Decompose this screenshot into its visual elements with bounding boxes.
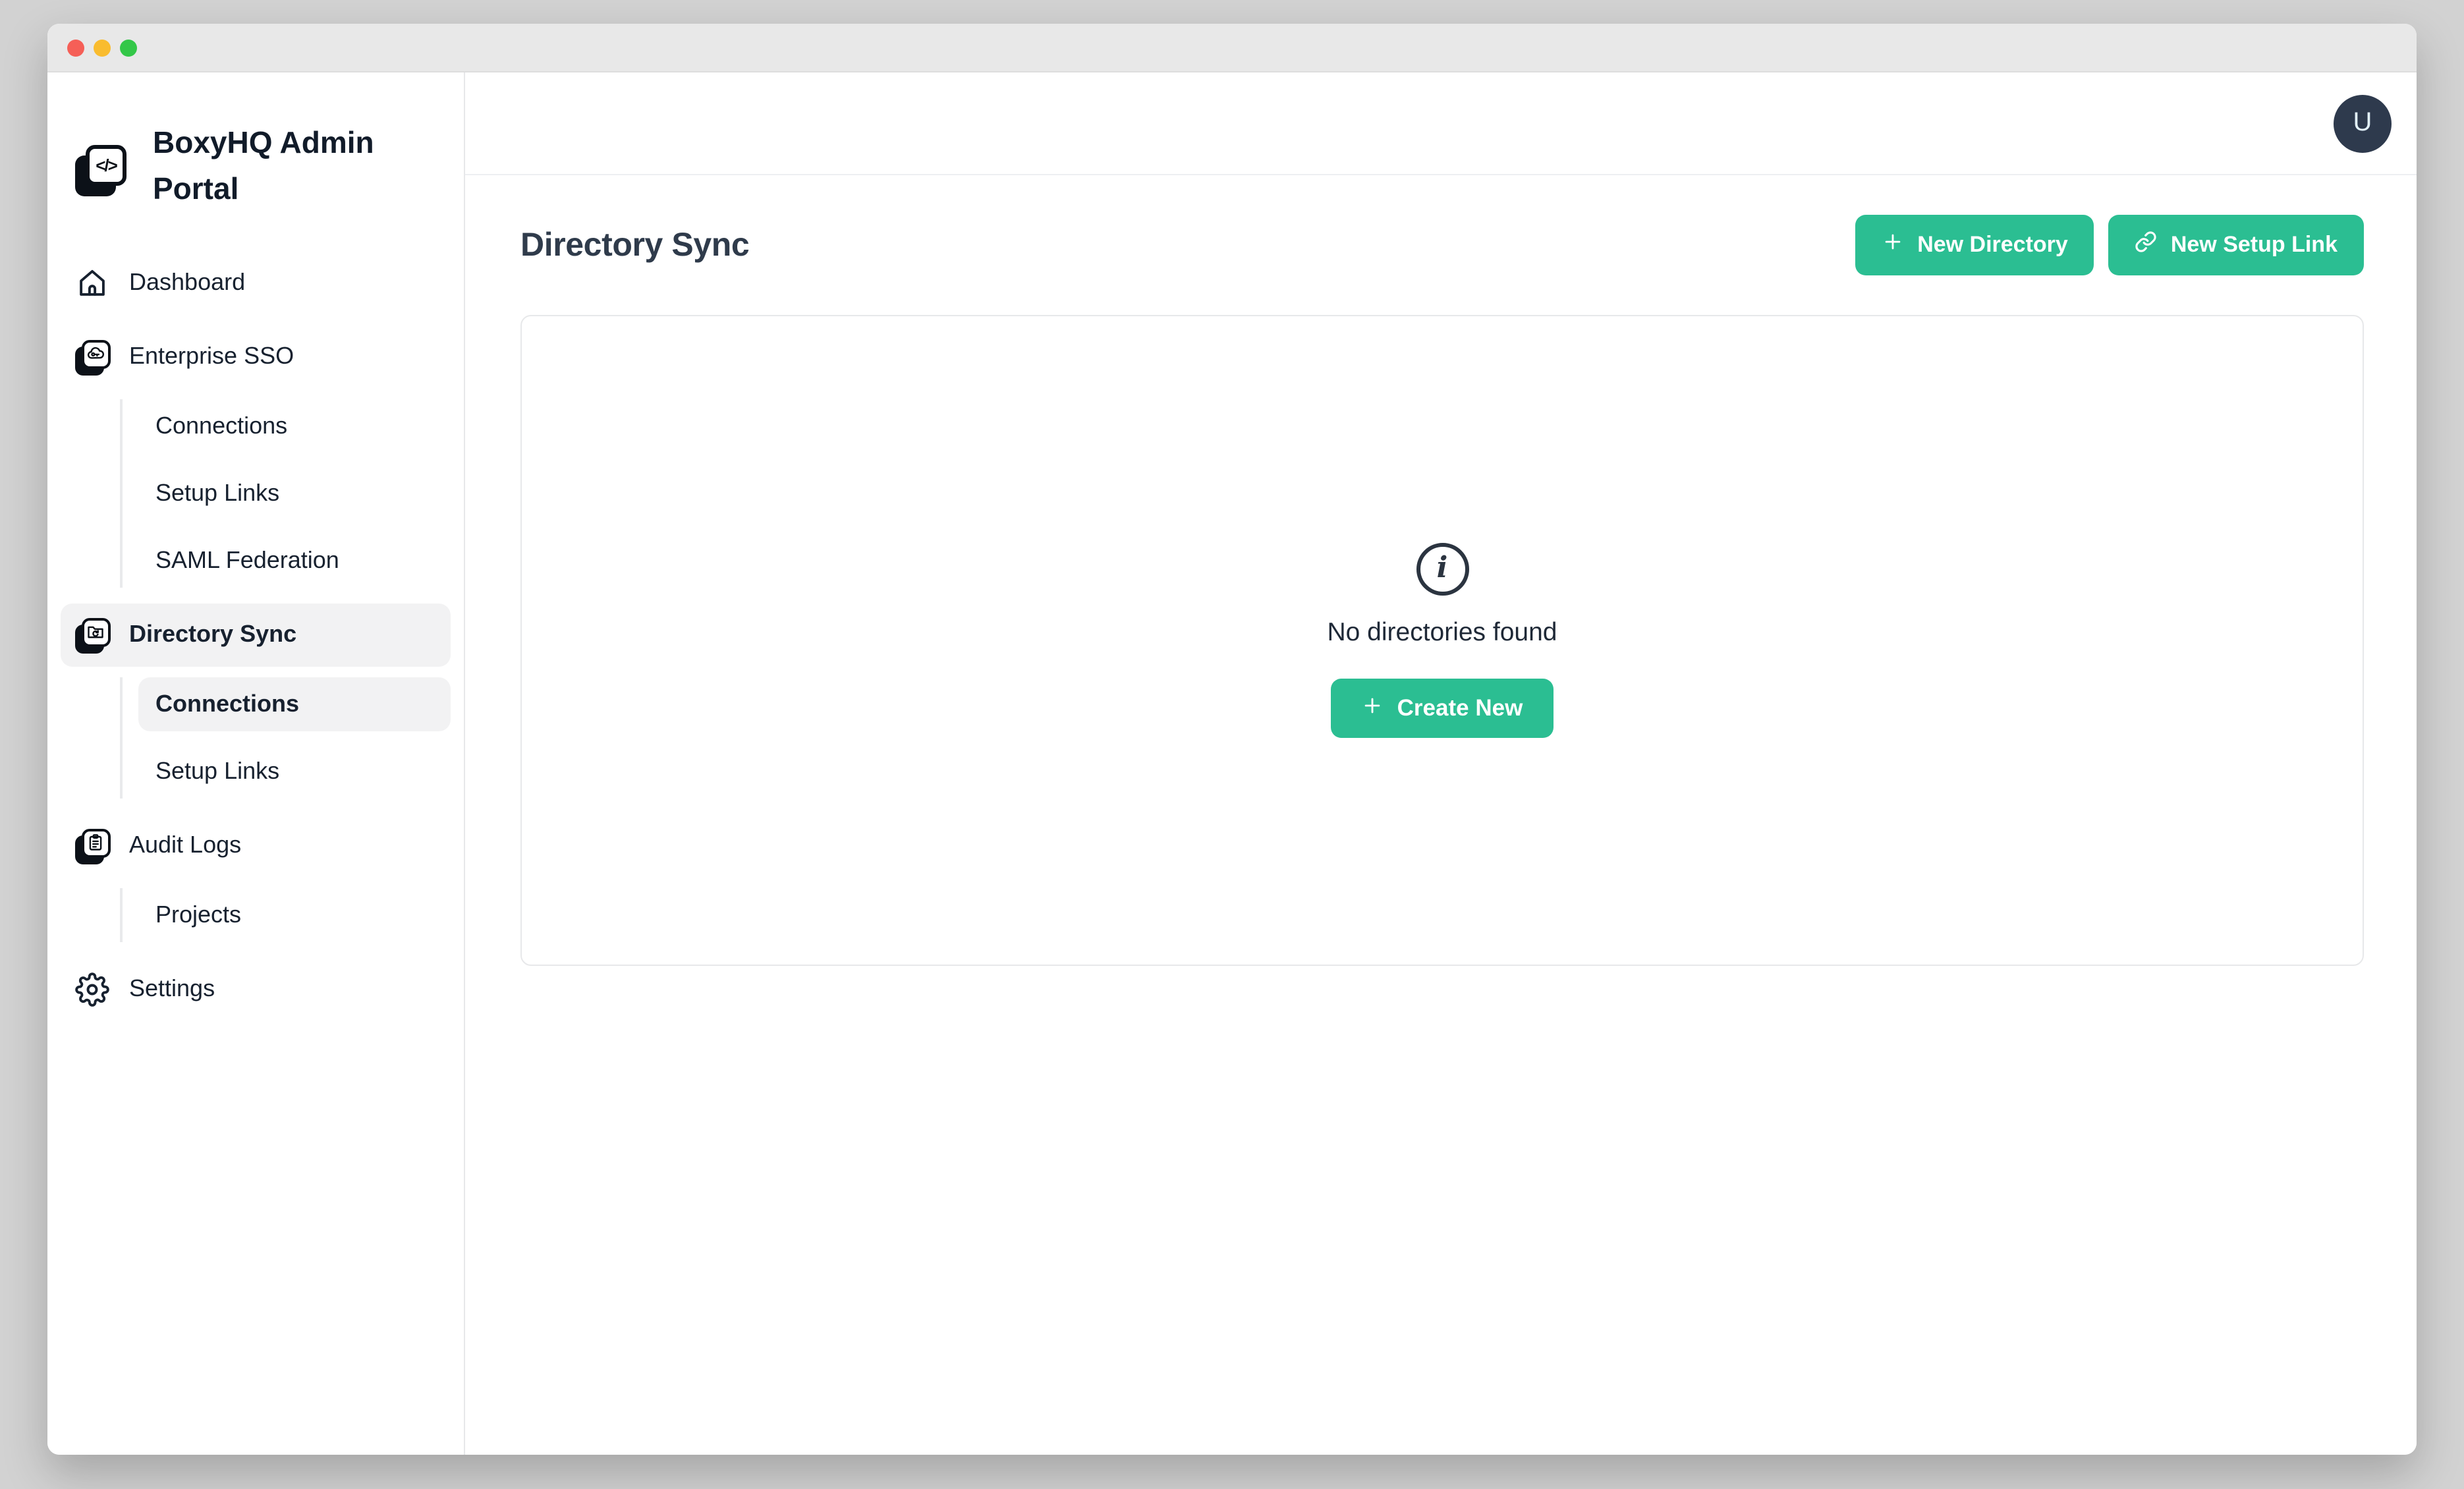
sidebar-item-label: Audit Logs (129, 832, 241, 860)
app-window: </> BoxyHQ Admin Portal Dashboard (47, 24, 2417, 1455)
sidebar-nav: Dashboard Enterpri (55, 252, 456, 1021)
code-badge-icon: </> (86, 146, 126, 186)
top-header: U (465, 72, 2417, 175)
cloud-key-badge-icon (72, 343, 112, 372)
app-body: </> BoxyHQ Admin Portal Dashboard (47, 72, 2417, 1455)
sidebar-item-directory-sync[interactable]: Directory Sync (61, 604, 451, 667)
home-icon (72, 266, 112, 300)
gear-icon (72, 972, 112, 1007)
main-area: U Directory Sync (465, 72, 2417, 1455)
new-directory-button[interactable]: New Directory (1855, 215, 2094, 275)
sidebar-sub-directory-sync: Connections Setup Links (120, 677, 451, 799)
sidebar-item-dsync-setup-links[interactable]: Setup Links (138, 744, 451, 799)
avatar-initial: U (2353, 108, 2372, 138)
sidebar: </> BoxyHQ Admin Portal Dashboard (47, 72, 465, 1455)
info-icon: i (1416, 543, 1469, 596)
sidebar-item-projects[interactable]: Projects (138, 888, 451, 942)
sidebar-item-label: Connections (155, 690, 299, 718)
link-icon (2135, 231, 2158, 260)
sidebar-item-audit-logs[interactable]: Audit Logs (61, 814, 451, 878)
app-title: BoxyHQ Admin Portal (153, 120, 385, 212)
plus-icon (1882, 231, 1904, 260)
sidebar-item-dashboard[interactable]: Dashboard (61, 252, 451, 315)
create-new-button[interactable]: Create New (1331, 679, 1554, 738)
sidebar-item-label: Setup Links (155, 480, 279, 507)
plus-icon (1362, 694, 1384, 723)
button-label: Create New (1397, 694, 1523, 722)
button-label: New Setup Link (2171, 232, 2338, 258)
page-title: Directory Sync (520, 226, 749, 264)
sidebar-item-sso-setup-links[interactable]: Setup Links (138, 466, 451, 520)
sidebar-sub-audit-logs: Projects (120, 888, 451, 942)
minimize-button[interactable] (94, 39, 111, 56)
sidebar-item-label: Dashboard (129, 269, 245, 297)
desktop-background: </> BoxyHQ Admin Portal Dashboard (0, 0, 2464, 1489)
sidebar-item-label: Directory Sync (129, 621, 296, 649)
sidebar-item-settings[interactable]: Settings (61, 958, 451, 1021)
app-logo[interactable]: </> BoxyHQ Admin Portal (55, 107, 456, 212)
sidebar-sub-enterprise-sso: Connections Setup Links SAML Federation (120, 399, 451, 588)
button-label: New Directory (1917, 232, 2068, 258)
sidebar-item-label: SAML Federation (155, 547, 339, 575)
user-avatar[interactable]: U (2334, 94, 2392, 152)
window-titlebar (47, 24, 2417, 72)
folder-sync-badge-icon (72, 621, 112, 650)
sidebar-item-dsync-connections[interactable]: Connections (138, 677, 451, 731)
sidebar-item-label: Settings (129, 976, 215, 1003)
page-content: Directory Sync New Directory (465, 175, 2417, 1455)
sidebar-item-label: Setup Links (155, 758, 279, 785)
empty-state-message: No directories found (1327, 618, 1557, 648)
close-button[interactable] (67, 39, 84, 56)
new-setup-link-button[interactable]: New Setup Link (2109, 215, 2364, 275)
page-actions: New Directory New Setup Link (1855, 215, 2364, 275)
sidebar-item-sso-connections[interactable]: Connections (138, 399, 451, 453)
clipboard-badge-icon (72, 831, 112, 860)
directories-empty-card: i No directories found Create New (520, 315, 2364, 966)
stage: </> BoxyHQ Admin Portal Dashboard (0, 0, 2464, 1489)
sidebar-item-label: Enterprise SSO (129, 343, 294, 371)
page-header: Directory Sync New Directory (520, 215, 2364, 275)
sidebar-item-label: Connections (155, 412, 287, 440)
sidebar-item-enterprise-sso[interactable]: Enterprise SSO (61, 325, 451, 389)
sidebar-item-label: Projects (155, 901, 241, 929)
maximize-button[interactable] (120, 39, 137, 56)
sidebar-item-saml-federation[interactable]: SAML Federation (138, 534, 451, 588)
